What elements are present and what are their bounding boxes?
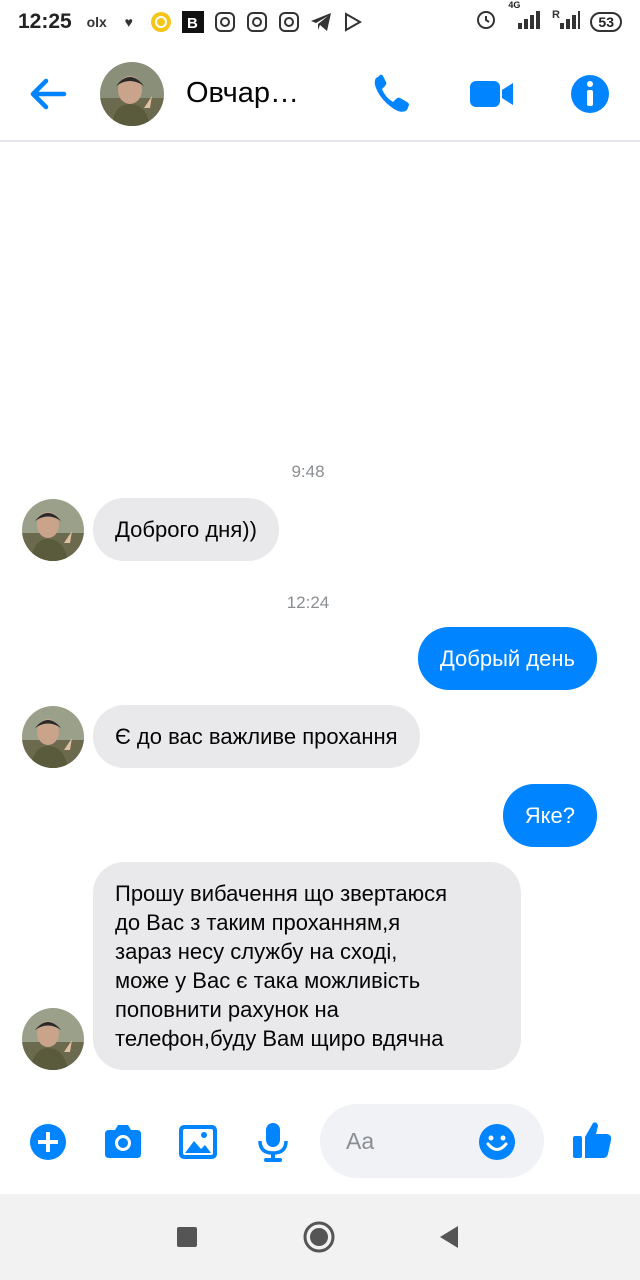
network-label: 4G <box>508 0 521 10</box>
incoming-message[interactable]: Доброго дня)) <box>93 498 279 561</box>
message-line: до Вас з таким проханням,я <box>115 910 401 935</box>
video-call-button[interactable] <box>468 72 513 116</box>
contact-name[interactable]: Овчар… <box>186 77 299 110</box>
gallery-button[interactable] <box>176 1120 220 1164</box>
message-line: телефон,буду Вам щиро вдячна <box>115 1026 444 1051</box>
system-nav-bar <box>0 1194 640 1280</box>
signal-icon: R <box>552 8 581 36</box>
gallery-icon <box>179 1125 217 1159</box>
message-input-placeholder: Aa <box>346 1128 375 1154</box>
back-button[interactable] <box>28 74 68 114</box>
call-button[interactable] <box>370 72 414 116</box>
recents-button[interactable] <box>170 1220 204 1254</box>
avatar-photo <box>100 62 164 126</box>
nav-triangle-icon <box>440 1226 458 1248</box>
mic-icon <box>258 1123 288 1162</box>
chat-header: Овчар… <box>0 44 640 142</box>
instagram-icon <box>278 11 300 33</box>
play-store-icon <box>342 11 364 33</box>
voice-button[interactable] <box>251 1120 295 1164</box>
info-icon <box>571 75 609 113</box>
b-app-icon: B <box>181 11 204 33</box>
message-line: Прошу вибачення що звертаюся <box>115 881 448 906</box>
message-thread[interactable]: 9:48 Доброго дня)) 12:24 Добрый день Є д… <box>0 144 640 1088</box>
nav-square-icon <box>177 1227 197 1247</box>
contact-avatar[interactable] <box>100 62 164 126</box>
alarm-icon <box>474 7 498 37</box>
phone-icon <box>374 74 409 112</box>
more-actions-button[interactable] <box>26 1120 70 1164</box>
sender-avatar[interactable] <box>22 1008 84 1070</box>
message-line: може у Вас є така можливість <box>115 968 421 993</box>
message-line: зараз несу службу на сході, <box>115 939 398 964</box>
message-timestamp: 12:24 <box>286 593 330 612</box>
status-time: 12:25 <box>18 10 72 33</box>
signal-4g-icon: 4G <box>508 0 542 36</box>
home-button[interactable] <box>302 1220 336 1254</box>
like-icon <box>573 1122 612 1158</box>
outgoing-message[interactable]: Добрый день <box>417 627 597 690</box>
nav-circle-icon <box>303 1221 335 1253</box>
plus-icon <box>30 1124 66 1160</box>
heart-icon: ♥ <box>124 14 133 30</box>
notification-icons: olx ♥ B <box>86 11 364 33</box>
sender-avatar[interactable] <box>22 499 84 561</box>
svg-text:R: R <box>552 9 560 21</box>
incoming-message[interactable]: Є до вас важливе прохання <box>93 705 420 768</box>
telegram-icon <box>310 11 332 33</box>
incoming-message[interactable]: Прошу вибачення що звертаюся до Вас з та… <box>93 862 521 1070</box>
message-line: поповнити рахунок на <box>115 997 339 1022</box>
emoji-button[interactable] <box>478 1123 516 1161</box>
instagram-icon <box>214 11 236 33</box>
instagram-icon <box>246 11 268 33</box>
message-composer: Aa <box>0 1088 640 1194</box>
emoji-icon <box>479 1124 515 1160</box>
avatar-photo <box>22 1008 84 1070</box>
outgoing-message[interactable]: Яке? <box>502 784 597 847</box>
back-nav-button[interactable] <box>434 1220 468 1254</box>
svg-text:B: B <box>187 15 198 32</box>
video-icon <box>470 81 513 107</box>
battery-indicator: 53 <box>590 12 622 32</box>
like-button[interactable] <box>570 1118 614 1162</box>
coin-icon <box>150 11 172 33</box>
message-input[interactable]: Aa <box>320 1104 544 1178</box>
avatar-photo <box>22 706 84 768</box>
message-timestamp: 9:48 <box>291 462 325 481</box>
camera-icon <box>105 1125 141 1158</box>
sender-avatar[interactable] <box>22 706 84 768</box>
avatar-photo <box>22 499 84 561</box>
status-right: 4G R 53 <box>474 0 622 44</box>
olx-icon: olx <box>86 14 107 30</box>
info-button[interactable] <box>568 72 612 116</box>
status-bar: 12:25 olx ♥ B 4G R 53 <box>0 0 640 44</box>
camera-button[interactable] <box>101 1120 145 1164</box>
back-arrow-icon <box>30 78 67 110</box>
